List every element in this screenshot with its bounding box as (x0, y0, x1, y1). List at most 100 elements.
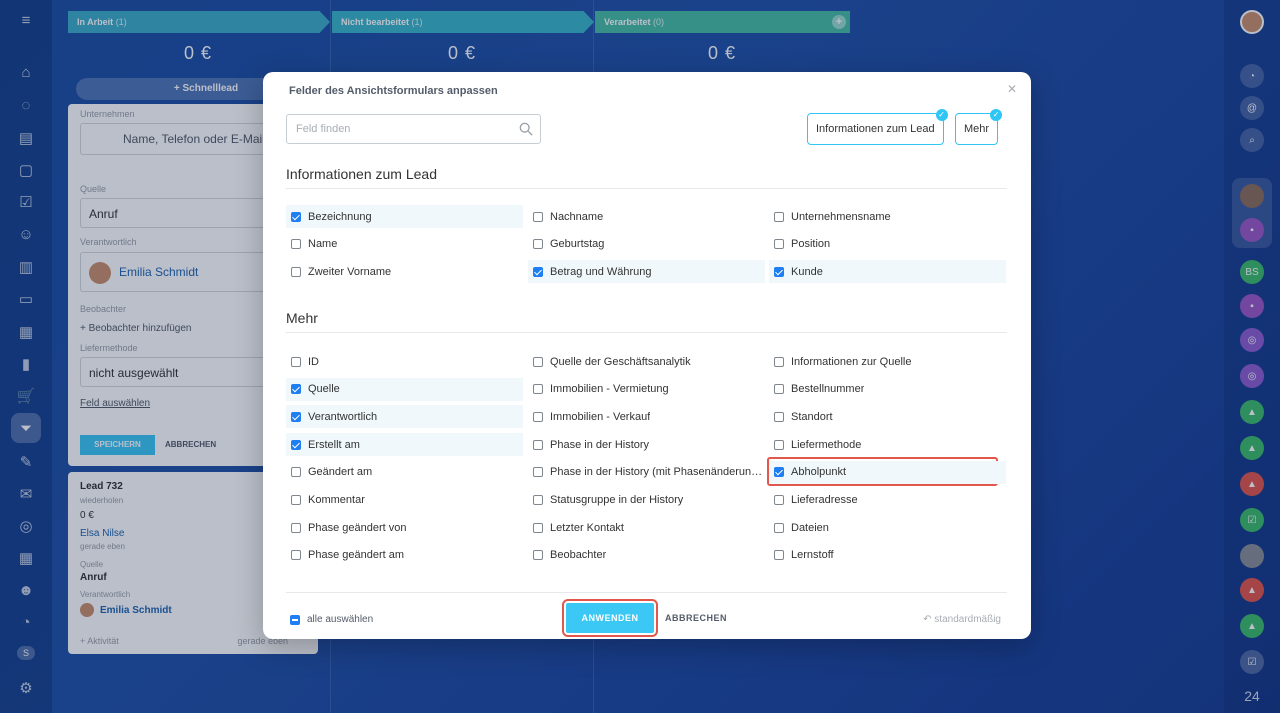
field-option-immobilien-verkauf[interactable]: Immobilien - Verkauf (528, 405, 765, 428)
field-option-label: Statusgruppe in der History (550, 494, 684, 506)
field-option-informationen-zur-quelle[interactable]: Informationen zur Quelle (769, 350, 1006, 373)
checkbox-icon[interactable] (533, 495, 543, 505)
checkbox-icon[interactable] (291, 522, 301, 533)
checkbox-icon[interactable] (533, 239, 543, 250)
field-option-label: Phase in der History (550, 438, 650, 451)
checked-checkbox-icon[interactable] (774, 467, 784, 478)
field-option-name[interactable]: Name (286, 233, 523, 256)
field-option-geändert-am[interactable]: Geändert am (286, 461, 523, 484)
checkbox-icon[interactable] (533, 356, 543, 367)
field-option-unternehmensname[interactable]: Unternehmensname (769, 205, 1006, 228)
field-option-geburtstag[interactable]: Geburtstag (528, 233, 765, 256)
field-option-label: ID (308, 355, 319, 368)
field-option-phase-geändert-am[interactable]: Phase geändert am (286, 544, 523, 567)
checkbox-icon[interactable] (291, 239, 301, 250)
field-option-liefermethode[interactable]: Liefermethode (769, 433, 1006, 456)
field-option-label: Phase geändert am (308, 549, 405, 562)
field-option-betrag-und-währung[interactable]: Betrag und Währung (528, 260, 765, 284)
checked-checkbox-icon[interactable] (291, 439, 301, 450)
field-option-lieferadresse[interactable]: Lieferadresse (769, 489, 1006, 512)
field-option-erstellt-am[interactable]: Erstellt am (286, 433, 523, 457)
checkbox-icon[interactable] (774, 411, 784, 422)
field-option-dateien[interactable]: Dateien (769, 516, 1006, 539)
checkbox-icon[interactable] (533, 550, 543, 561)
field-option-label: Phase in der History (mit Phasenänderung… (550, 466, 765, 479)
field-option-label: Quelle (308, 383, 340, 396)
checkbox-icon[interactable] (774, 439, 784, 450)
checkbox-icon[interactable] (291, 550, 301, 561)
field-option-label: Immobilien - Vermietung (550, 383, 669, 396)
field-option-abholpunkt[interactable]: Abholpunkt (769, 460, 1006, 484)
field-option-label: Name (308, 238, 338, 251)
checkbox-icon[interactable] (291, 356, 301, 367)
field-option-phase-in-der-history[interactable]: Phase in der History (528, 433, 765, 456)
select-all-checkbox[interactable]: alle auswählen (290, 614, 373, 625)
section-divider (286, 332, 1007, 333)
checkbox-icon[interactable] (533, 522, 543, 533)
checkbox-icon[interactable] (291, 467, 301, 478)
field-option-statusgruppe-in-der-history[interactable]: Statusgruppe in der History (528, 489, 765, 512)
cancel-button[interactable]: ABBRECHEN (661, 603, 731, 633)
field-option-label: Betrag und Währung (550, 265, 652, 278)
field-settings-dialog: Felder des Ansichtsformulars anpassen ✕ … (263, 72, 1031, 639)
field-option-label: Standort (791, 410, 833, 423)
section-title-lead-info: Informationen zum Lead (286, 166, 437, 182)
field-option-label: Immobilien - Verkauf (550, 410, 651, 423)
checked-checkbox-icon[interactable] (291, 384, 301, 395)
checked-checkbox-icon[interactable] (291, 211, 301, 222)
field-option-quelle[interactable]: Quelle (286, 377, 523, 401)
field-option-kommentar[interactable]: Kommentar (286, 489, 523, 512)
field-option-id[interactable]: ID (286, 350, 523, 373)
checkbox-icon[interactable] (774, 384, 784, 395)
checkbox-icon[interactable] (774, 550, 784, 561)
field-option-label: Bezeichnung (308, 210, 372, 223)
field-option-verantwortlich[interactable]: Verantwortlich (286, 405, 523, 429)
chip-more[interactable]: Mehr ✓ (955, 109, 1003, 145)
checkbox-icon[interactable] (774, 211, 784, 222)
field-option-lernstoff[interactable]: Lernstoff (769, 544, 1006, 567)
field-option-kunde[interactable]: Kunde (769, 260, 1006, 284)
checkbox-icon[interactable] (533, 439, 543, 450)
field-option-label: Abholpunkt (791, 466, 847, 479)
checkbox-icon[interactable] (291, 495, 301, 505)
field-option-nachname[interactable]: Nachname (528, 205, 765, 228)
field-option-label: Geändert am (308, 466, 373, 479)
field-option-phase-in-der-history-mit-phasenänderungen[interactable]: Phase in der History (mit Phasenänderung… (528, 461, 765, 484)
close-icon[interactable]: ✕ (1007, 82, 1017, 96)
checkbox-icon[interactable] (533, 467, 543, 478)
field-option-immobilien-vermietung[interactable]: Immobilien - Vermietung (528, 378, 765, 401)
field-option-position[interactable]: Position (769, 233, 1006, 256)
section-divider (286, 188, 1007, 189)
check-icon: ✓ (990, 109, 1003, 121)
field-option-label: Beobachter (550, 549, 607, 562)
field-option-label: Quelle der Geschäftsanalytik (550, 355, 691, 368)
field-option-phase-geändert-von[interactable]: Phase geändert von (286, 516, 523, 539)
footer-divider (286, 592, 1007, 593)
chip-label: Mehr (964, 123, 990, 135)
section-title-more: Mehr (286, 310, 318, 326)
field-option-label: Geburtstag (550, 238, 605, 251)
checked-checkbox-icon[interactable] (774, 266, 784, 277)
checkbox-icon[interactable] (774, 356, 784, 367)
chip-lead-info[interactable]: Informationen zum Lead ✓ (807, 109, 948, 145)
field-search-input[interactable] (286, 114, 541, 144)
reset-default-link[interactable]: ↶ standardmäßig (923, 614, 1001, 625)
field-option-letzter-kontakt[interactable]: Letzter Kontakt (528, 516, 765, 539)
field-option-label: Letzter Kontakt (550, 521, 624, 534)
field-option-beobachter[interactable]: Beobachter (528, 544, 765, 567)
field-option-standort[interactable]: Standort (769, 405, 1006, 428)
checkbox-icon[interactable] (533, 211, 543, 222)
field-option-bezeichnung[interactable]: Bezeichnung (286, 205, 523, 228)
checkbox-icon[interactable] (533, 411, 543, 422)
checkbox-icon[interactable] (533, 384, 543, 395)
checkbox-icon[interactable] (774, 522, 784, 533)
checked-checkbox-icon[interactable] (533, 266, 543, 277)
field-option-quelle-der-geschäftsanalytik[interactable]: Quelle der Geschäftsanalytik (528, 350, 765, 373)
checkbox-icon[interactable] (291, 266, 301, 277)
checkbox-icon[interactable] (774, 239, 784, 250)
checkbox-icon[interactable] (774, 495, 784, 505)
checked-checkbox-icon[interactable] (291, 411, 301, 422)
apply-button[interactable]: ANWENDEN (562, 599, 658, 637)
field-option-bestellnummer[interactable]: Bestellnummer (769, 378, 1006, 401)
field-option-zweiter-vorname[interactable]: Zweiter Vorname (286, 260, 523, 283)
